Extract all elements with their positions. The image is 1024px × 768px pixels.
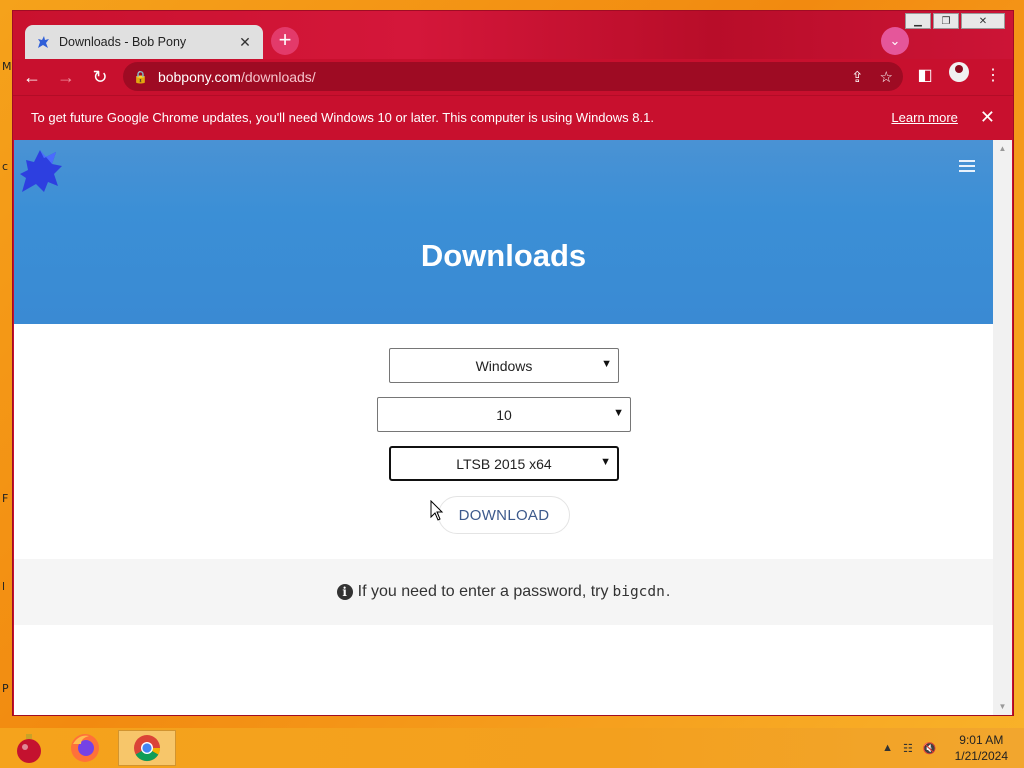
restore-button[interactable]: ❐ xyxy=(933,13,959,29)
tab-title: Downloads - Bob Pony xyxy=(59,35,187,49)
profile-avatar-icon xyxy=(949,62,969,82)
desktop-letter: M xyxy=(2,60,12,73)
mouse-cursor-icon xyxy=(430,500,444,521)
web-page: Downloads Windows ▼ 10 ▼ LTSB 2015 x64 ▼… xyxy=(14,140,993,715)
firefox-icon xyxy=(71,734,99,762)
notice-password: bigcdn xyxy=(612,584,665,600)
back-button[interactable]: ← xyxy=(17,62,47,92)
learn-more-link[interactable]: Learn more xyxy=(891,110,957,125)
infobar-message: To get future Google Chrome updates, you… xyxy=(31,110,654,125)
page-title: Downloads xyxy=(420,238,587,273)
url-host: bobpony.com xyxy=(157,68,241,85)
edition-select[interactable]: LTSB 2015 x64 ▼ xyxy=(389,446,619,481)
bobpony-logo-icon[interactable] xyxy=(18,144,64,194)
clock[interactable]: 9:01 AM 1/21/2024 xyxy=(955,732,1008,764)
desktop-letter: F xyxy=(2,492,9,505)
notice-prefix: If you need to enter a password, try xyxy=(357,583,609,600)
url-path: /downloads/ xyxy=(240,68,316,85)
scroll-up-icon[interactable]: ▲ xyxy=(993,144,1012,153)
title-bar: Downloads - Bob Pony ✕ + ⌄ ▁ ❐ ✕ xyxy=(13,11,1013,59)
chevron-down-icon: ▼ xyxy=(613,406,624,419)
os-select-value: Windows xyxy=(475,357,533,374)
clock-date: 1/21/2024 xyxy=(954,749,1008,763)
download-button[interactable]: DOWNLOAD xyxy=(438,496,570,534)
profile-button[interactable] xyxy=(949,62,969,87)
show-hidden-icons-icon[interactable]: ▲ xyxy=(882,742,893,754)
chevron-down-icon: ▼ xyxy=(600,455,611,468)
notice-suffix: . xyxy=(665,583,671,600)
clock-time: 9:01 AM xyxy=(959,733,1004,747)
window-controls: ▁ ❐ ✕ xyxy=(903,13,1005,29)
desktop-letter: l xyxy=(2,580,6,593)
ornament-app-icon[interactable] xyxy=(0,730,58,766)
hamburger-menu-icon[interactable] xyxy=(959,160,975,175)
chevron-down-icon: ▼ xyxy=(601,357,612,370)
page-scrollbar[interactable]: ▲ ▼ xyxy=(993,140,1012,715)
taskbar: ▲ ☷ 🔇 9:01 AM 1/21/2024 xyxy=(0,728,1024,768)
chrome-app-icon[interactable] xyxy=(118,730,176,766)
firefox-app-icon[interactable] xyxy=(56,730,114,766)
close-window-button[interactable]: ✕ xyxy=(961,13,1005,29)
address-bar[interactable]: 🔒 bobpony.com /downloads/ ⇪ ☆ xyxy=(123,62,903,91)
browser-toolbar: ← → ↻ 🔒 bobpony.com /downloads/ ⇪ ☆ ◧ ⋮ xyxy=(13,59,1013,95)
network-icon[interactable]: ☷ xyxy=(903,742,913,755)
bookmark-star-icon[interactable]: ☆ xyxy=(880,68,893,86)
tab-close-icon[interactable]: ✕ xyxy=(237,34,253,51)
version-select-value: 10 xyxy=(496,406,512,423)
new-tab-button[interactable]: + xyxy=(271,27,299,55)
chrome-icon xyxy=(134,735,161,762)
bobpony-favicon-icon xyxy=(38,36,49,48)
version-select[interactable]: 10 ▼ xyxy=(377,397,631,432)
infobar-close-icon[interactable]: ✕ xyxy=(980,107,995,128)
reload-button[interactable]: ↻ xyxy=(85,62,115,92)
side-panel-icon[interactable]: ◧ xyxy=(915,65,935,85)
system-tray: ▲ ☷ 🔇 9:01 AM 1/21/2024 xyxy=(882,732,1008,764)
share-icon[interactable]: ⇪ xyxy=(851,68,864,86)
desktop-letter: P xyxy=(2,682,9,695)
forward-button[interactable]: → xyxy=(51,62,81,92)
edition-select-value: LTSB 2015 x64 xyxy=(456,455,552,472)
scroll-down-icon[interactable]: ▼ xyxy=(993,702,1012,711)
os-select[interactable]: Windows ▼ xyxy=(389,348,619,383)
hero-banner: Downloads xyxy=(14,140,993,324)
tab-downloads[interactable]: Downloads - Bob Pony ✕ xyxy=(25,25,263,59)
desktop-letter: c xyxy=(2,160,9,173)
tab-search-button[interactable]: ⌄ xyxy=(881,27,909,55)
browser-window: Downloads - Bob Pony ✕ + ⌄ ▁ ❐ ✕ ← → ↻ 🔒… xyxy=(12,10,1014,716)
password-notice: i If you need to enter a password, try b… xyxy=(14,559,993,625)
ornament-icon xyxy=(17,734,41,763)
update-infobar: To get future Google Chrome updates, you… xyxy=(13,95,1013,139)
minimize-button[interactable]: ▁ xyxy=(905,13,931,29)
chrome-menu-icon[interactable]: ⋮ xyxy=(983,65,1003,85)
info-icon: i xyxy=(336,584,353,600)
volume-muted-icon[interactable]: 🔇 xyxy=(923,742,937,755)
lock-icon[interactable]: 🔒 xyxy=(133,70,148,84)
